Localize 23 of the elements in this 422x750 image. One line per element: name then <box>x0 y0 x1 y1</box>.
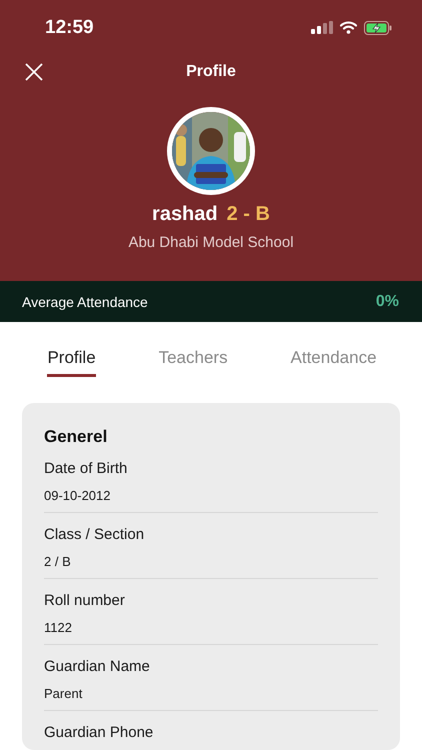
school-name: Abu Dhabi Model School <box>128 234 294 251</box>
tab[interactable]: Attendance <box>290 348 377 377</box>
student-name: rashad <box>152 203 218 226</box>
wifi-icon <box>340 21 357 34</box>
attendance-label: Average Attendance <box>22 294 148 310</box>
close-icon[interactable] <box>25 63 43 81</box>
field-value: 1122 <box>44 620 73 635</box>
attendance-value: 0% <box>376 292 399 311</box>
field-value: Parent <box>44 686 84 701</box>
field-value: 09-10-2012 <box>44 488 112 503</box>
field-label: Class / Section <box>44 526 146 543</box>
class-section: 2 - B <box>226 203 270 226</box>
field-label: Roll number <box>44 592 126 609</box>
field-value: 2 / B <box>44 554 72 569</box>
status-time: 12:59 <box>45 16 94 38</box>
screen-title: Profile <box>186 63 236 81</box>
tab[interactable]: Teachers <box>158 348 228 377</box>
field-label: Guardian Name <box>44 658 151 675</box>
signal-icon <box>311 21 333 34</box>
tab[interactable]: Profile <box>47 348 96 377</box>
section-title: Generel <box>44 427 108 447</box>
field-label: Date of Birth <box>44 460 128 477</box>
field-label: Guardian Phone <box>44 724 154 741</box>
